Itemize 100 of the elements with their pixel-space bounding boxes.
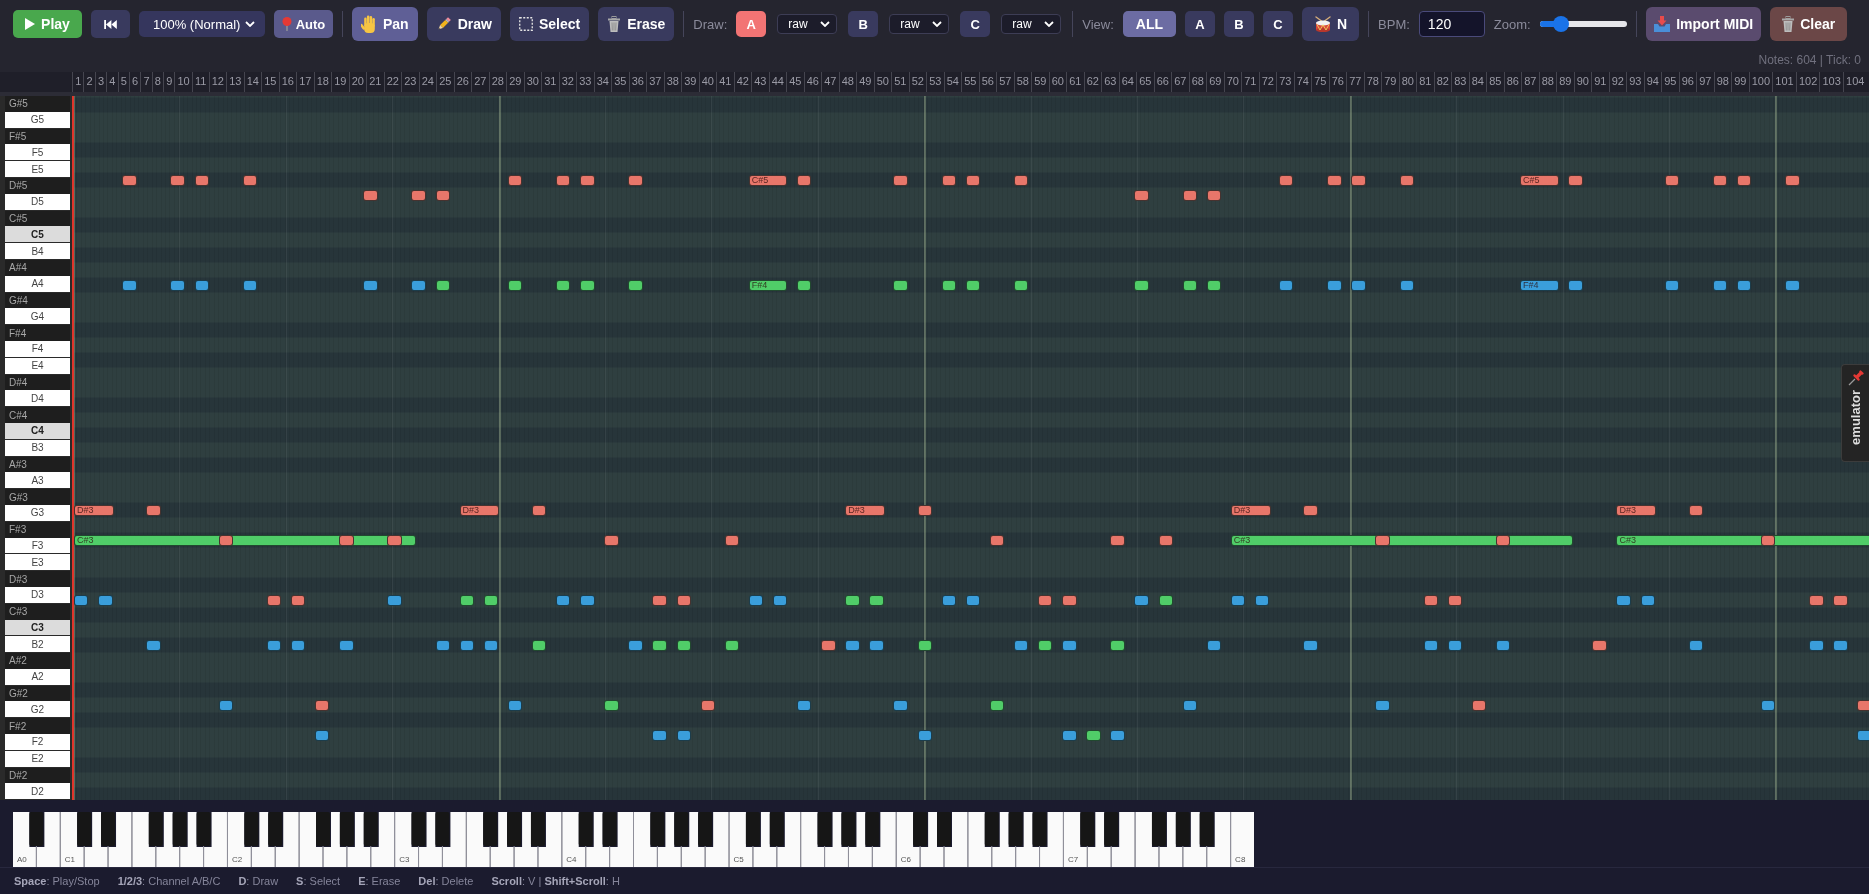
note[interactable] [797,279,812,291]
note[interactable] [531,639,547,651]
piano-roll-key[interactable]: B4 [5,243,70,260]
piano-key[interactable] [681,812,705,867]
piano-key[interactable]: C7 [1063,812,1087,867]
view-button[interactable]: B [1224,11,1255,37]
note[interactable] [917,639,932,651]
note[interactable] [1206,639,1222,651]
note[interactable] [146,639,161,651]
note[interactable] [1785,279,1800,291]
note[interactable] [604,699,619,711]
note[interactable] [194,279,209,291]
note[interactable] [1038,594,1053,606]
piano-roll-key[interactable]: A#2 [5,653,70,669]
view-button[interactable]: ALL [1122,11,1177,37]
note[interactable] [797,699,812,711]
piano-key[interactable] [777,812,801,867]
note[interactable] [556,594,571,606]
slider-thumb[interactable] [1552,16,1569,32]
note[interactable] [556,174,571,186]
note[interactable] [290,594,306,606]
piano-key[interactable]: C3 [395,812,419,867]
note[interactable] [411,279,426,291]
piano-key[interactable] [490,812,514,867]
piano-roll-key[interactable]: D2 [5,783,70,801]
note[interactable] [1351,279,1366,291]
piano-roll-key[interactable]: E5 [5,161,70,178]
piano-key[interactable] [442,812,466,867]
note[interactable] [628,639,643,651]
note[interactable] [580,174,595,186]
note[interactable] [507,699,523,711]
note[interactable] [1038,639,1053,651]
piano-key[interactable] [514,812,538,867]
note[interactable] [797,174,812,186]
note[interactable] [339,639,354,651]
channel-button[interactable]: B [848,11,879,37]
note[interactable] [411,189,426,201]
piano-key[interactable] [275,812,299,867]
note[interactable] [1327,174,1342,186]
note[interactable] [893,699,908,711]
note[interactable] [652,639,667,651]
note[interactable] [1664,174,1680,186]
speed-select[interactable]: 100% (Normal) [139,11,265,37]
note[interactable] [531,504,547,516]
mode-select[interactable]: raw [1001,14,1062,34]
note[interactable] [821,639,836,651]
note[interactable] [435,189,450,201]
note[interactable] [1712,174,1728,186]
piano-roll-key[interactable]: G#5 [5,96,70,112]
piano-key[interactable] [586,812,610,867]
view-button[interactable]: C [1263,11,1294,37]
note[interactable] [724,534,740,546]
note[interactable]: D#3 [1616,504,1657,516]
piano-key[interactable] [419,812,442,867]
note[interactable] [170,279,185,291]
piano-key[interactable] [180,812,204,867]
piano-key[interactable] [1040,812,1063,867]
tool-button[interactable]: Erase [598,7,675,41]
piano-key[interactable] [1159,812,1183,867]
note[interactable] [1833,639,1848,651]
note[interactable] [1158,534,1173,546]
note[interactable] [869,594,884,606]
piano-key[interactable]: C1 [60,812,84,867]
note[interactable] [1568,174,1583,186]
piano-key[interactable] [1207,812,1231,867]
note[interactable] [218,699,234,711]
tool-button[interactable]: Select [509,7,590,41]
note[interactable] [290,639,306,651]
piano-roll-key[interactable]: F#2 [5,718,70,735]
note[interactable] [1447,594,1463,606]
note[interactable] [1809,639,1824,651]
note[interactable] [676,594,691,606]
note[interactable] [1182,699,1198,711]
note[interactable] [1833,594,1848,606]
note[interactable] [1134,279,1149,291]
note[interactable] [387,594,402,606]
piano-key[interactable] [1111,812,1135,867]
note[interactable] [339,534,354,546]
note[interactable] [1761,699,1776,711]
note[interactable] [1062,594,1077,606]
piano-roll-key[interactable]: F#4 [5,325,70,341]
view-button[interactable]: A [1185,11,1216,37]
note[interactable] [628,279,643,291]
note[interactable] [965,279,981,291]
note[interactable] [1809,594,1824,606]
piano-roll-key[interactable]: D#3 [5,571,70,587]
note[interactable] [1062,639,1077,651]
note[interactable] [1688,504,1704,516]
note[interactable] [989,699,1005,711]
note[interactable] [845,639,860,651]
note[interactable] [459,639,475,651]
piano-key[interactable] [538,812,562,867]
piano-key[interactable] [1135,812,1159,867]
note[interactable] [459,594,475,606]
piano-key[interactable]: C6 [896,812,920,867]
note[interactable] [941,594,957,606]
note[interactable]: C#5 [748,174,788,186]
piano-key[interactable] [705,812,729,867]
piano-roll-key[interactable]: F2 [5,734,70,751]
piano-key[interactable] [1016,812,1040,867]
